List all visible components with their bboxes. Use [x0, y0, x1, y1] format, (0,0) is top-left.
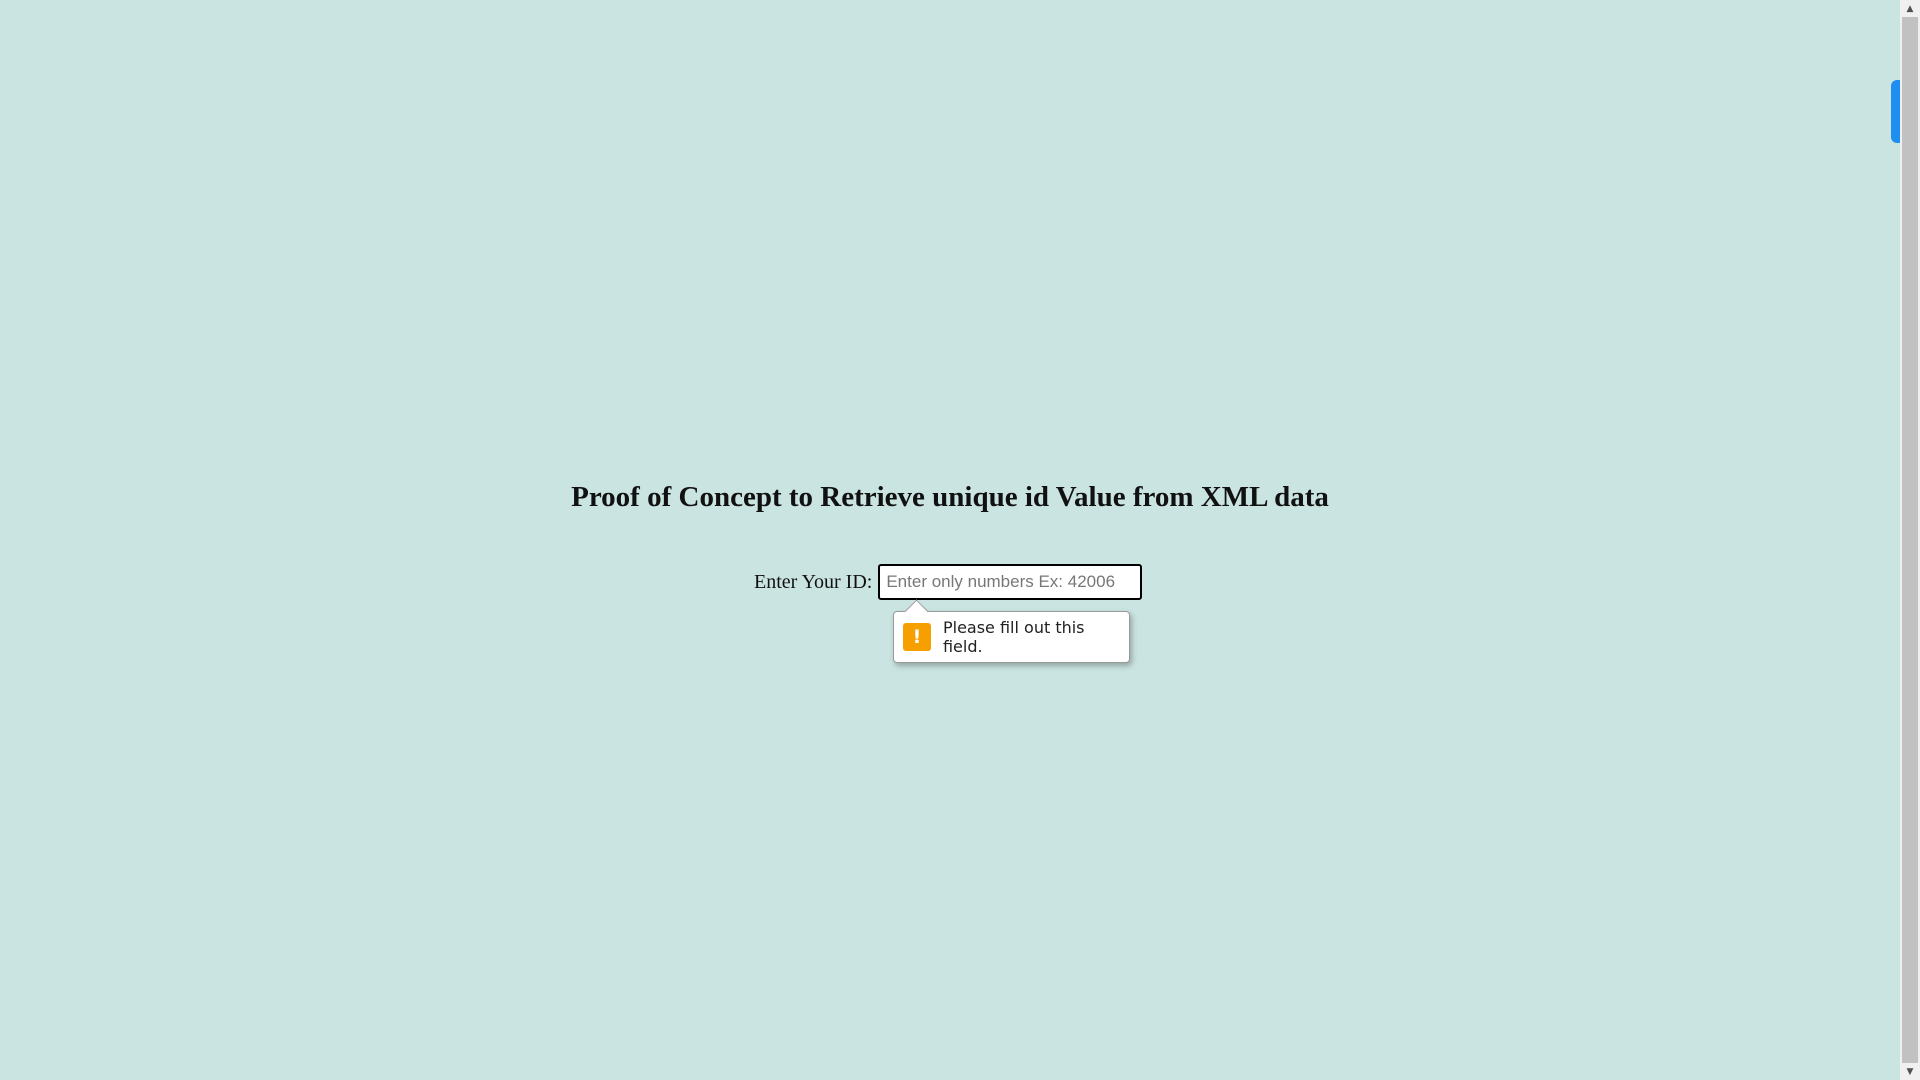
vertical-scrollbar[interactable]: ▲ ▼: [1900, 0, 1920, 1080]
validation-tooltip: ! Please fill out this field.: [893, 599, 1130, 663]
tooltip-arrow: [904, 599, 929, 624]
id-label: Enter Your ID:: [754, 570, 873, 593]
scroll-down-arrow-icon[interactable]: ▼: [1900, 1063, 1920, 1080]
scroll-up-arrow-icon[interactable]: ▲: [1900, 0, 1920, 17]
id-form: Enter Your ID:: [754, 564, 1143, 600]
page-body: Proof of Concept to Retrieve unique id V…: [0, 0, 1900, 1080]
warning-icon: !: [903, 623, 931, 651]
scrollbar-thumb[interactable]: [1902, 17, 1918, 1063]
scroll-position-indicator: [1891, 80, 1900, 143]
id-input[interactable]: [878, 564, 1143, 600]
page-title: Proof of Concept to Retrieve unique id V…: [571, 481, 1329, 513]
validation-message: Please fill out this field.: [942, 618, 1085, 656]
